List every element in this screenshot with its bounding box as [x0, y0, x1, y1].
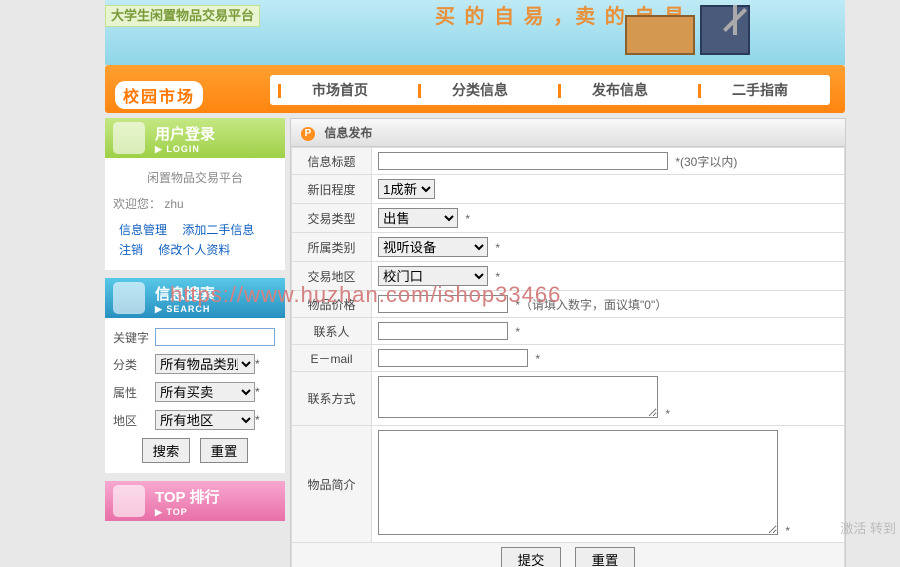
- form-header-text: 信息发布: [324, 126, 372, 140]
- activate-hint: 激活 转到: [840, 518, 896, 537]
- site-title: 大学生闲置物品交易平台: [105, 5, 260, 27]
- link-profile[interactable]: 修改个人资料: [158, 243, 230, 257]
- select-type[interactable]: 出售: [378, 208, 458, 228]
- input-email[interactable]: [378, 349, 528, 367]
- login-title: 用户登录: [155, 126, 215, 143]
- reset-button[interactable]: 重置: [575, 547, 636, 567]
- nav-guide[interactable]: 二手指南: [690, 80, 830, 100]
- top-subtitle: ▶ TOP: [155, 507, 285, 518]
- cat-label: 分类: [113, 356, 155, 373]
- input-title[interactable]: [378, 152, 668, 170]
- attr-select[interactable]: 所有买卖: [155, 382, 255, 402]
- submit-button[interactable]: 提交: [501, 547, 562, 567]
- lbl-cat: 所属类别: [292, 233, 372, 262]
- lbl-email: E－mail: [292, 345, 372, 372]
- kw-label: 关键字: [113, 329, 155, 346]
- nav-logo: 校园市场: [115, 81, 203, 109]
- lbl-method: 联系方式: [292, 372, 372, 426]
- search-subtitle: ▶ SEARCH: [155, 304, 285, 315]
- platform-name: 闲置物品交易平台: [113, 168, 277, 188]
- area-select[interactable]: 所有地区: [155, 410, 255, 430]
- link-logout[interactable]: 注销: [119, 243, 143, 257]
- bullet-icon: P: [301, 127, 315, 141]
- lbl-type: 交易类型: [292, 204, 372, 233]
- lbl-contact: 联系人: [292, 318, 372, 345]
- nav-category[interactable]: 分类信息: [410, 80, 550, 100]
- nav-home[interactable]: 市场首页: [270, 80, 410, 100]
- search-panel-body: 关键字 分类所有物品类别 * 属性所有买卖 * 地区所有地区 * 搜索 重置: [105, 318, 285, 473]
- category-select[interactable]: 所有物品类别: [155, 354, 255, 374]
- lbl-desc: 物品简介: [292, 426, 372, 543]
- select-area[interactable]: 校门口: [378, 266, 488, 286]
- search-reset-button[interactable]: 重置: [200, 438, 249, 463]
- keyword-input[interactable]: [155, 328, 275, 346]
- banner-illustration: [625, 5, 805, 60]
- lbl-price: 物品价格: [292, 291, 372, 318]
- attr-label: 属性: [113, 384, 155, 401]
- link-manage[interactable]: 信息管理: [119, 223, 167, 237]
- search-button[interactable]: 搜索: [142, 438, 191, 463]
- login-subtitle: ▶ LOGIN: [155, 144, 285, 155]
- search-title: 信息搜索: [155, 286, 215, 303]
- select-condition[interactable]: 1成新: [378, 179, 435, 199]
- hint-title: *(30字以内): [675, 155, 737, 169]
- welcome-text: 欢迎您： zhu: [113, 194, 277, 214]
- lbl-cond: 新旧程度: [292, 175, 372, 204]
- input-price[interactable]: [378, 295, 508, 313]
- form-header: P 信息发布: [291, 119, 845, 147]
- search-panel-header: 信息搜索 ▶ SEARCH: [105, 278, 285, 318]
- select-category[interactable]: 视听设备: [378, 237, 488, 257]
- textarea-desc[interactable]: [378, 430, 778, 535]
- textarea-method[interactable]: [378, 376, 658, 418]
- nav-bar: 市场首页 分类信息 发布信息 二手指南: [270, 75, 830, 105]
- link-add[interactable]: 添加二手信息: [182, 223, 254, 237]
- lbl-area: 交易地区: [292, 262, 372, 291]
- login-panel-header: 用户登录 ▶ LOGIN: [105, 118, 285, 158]
- lbl-title: 信息标题: [292, 148, 372, 175]
- area-label: 地区: [113, 412, 155, 429]
- search-icon: [113, 282, 145, 314]
- nav-publish[interactable]: 发布信息: [550, 80, 690, 100]
- rank-icon: [113, 485, 145, 517]
- nav-container: 校园市场 市场首页 分类信息 发布信息 二手指南: [105, 65, 845, 113]
- hint-price: *（请填入数字，面议填"0"）: [515, 298, 667, 312]
- main-form-panel: P 信息发布 信息标题 *(30字以内) 新旧程度 1成新 交易类型 出售 * …: [290, 118, 846, 567]
- login-panel-body: 闲置物品交易平台 欢迎您： zhu 信息管理 添加二手信息 注销 修改个人资料: [105, 158, 285, 270]
- publish-form: 信息标题 *(30字以内) 新旧程度 1成新 交易类型 出售 * 所属类别 视听…: [291, 147, 845, 567]
- user-icon: [113, 122, 145, 154]
- top-panel-header: TOP 排行 ▶ TOP: [105, 481, 285, 521]
- top-title: TOP 排行: [155, 489, 219, 506]
- input-contact[interactable]: [378, 322, 508, 340]
